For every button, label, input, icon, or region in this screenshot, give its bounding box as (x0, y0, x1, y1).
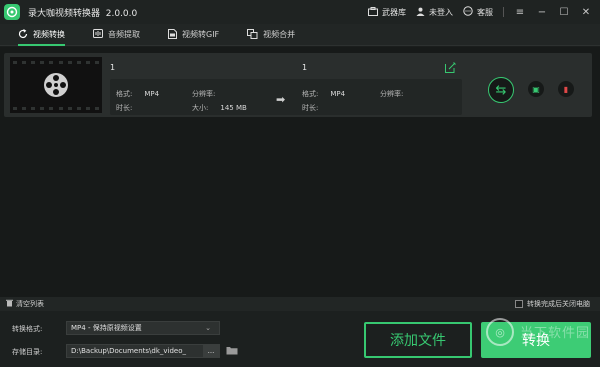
video-thumbnail (10, 57, 102, 113)
tab-audio-extract[interactable]: 音频提取 (79, 24, 154, 46)
tab-video-to-gif[interactable]: 视频转GIF (154, 24, 233, 46)
login-label: 未登入 (429, 7, 453, 17)
format-select-value: MP4 - 保持原视频设置 (71, 324, 142, 332)
toolbox-icon (368, 6, 378, 18)
toolbox-button[interactable]: 武器库 (368, 6, 406, 18)
chat-icon (463, 6, 473, 18)
minimize-icon: − (537, 6, 547, 18)
shutdown-checkbox[interactable] (515, 300, 523, 308)
source-resolution: 分辨率: (192, 90, 216, 98)
source-file-name: 1 (110, 63, 116, 72)
close-icon: ✕ (581, 6, 591, 18)
close-button[interactable]: ✕ (580, 6, 592, 18)
tab-label: 视频转换 (33, 30, 65, 39)
support-button[interactable]: 客服 (463, 6, 493, 18)
clear-list-label: 清空列表 (16, 300, 44, 308)
app-logo (4, 4, 20, 20)
menu-button[interactable]: ≡ (514, 6, 526, 18)
watermark-logo: ◎ (486, 318, 514, 346)
add-file-button[interactable]: 添加文件 (364, 322, 472, 358)
gif-file-icon (168, 28, 177, 41)
divider (503, 7, 504, 17)
folder-icon: ▣ (532, 84, 540, 94)
login-button[interactable]: 未登入 (416, 7, 453, 18)
audio-icon (93, 29, 103, 40)
tab-video-merge[interactable]: 视频合并 (233, 24, 309, 46)
minimize-button[interactable]: − (536, 6, 548, 18)
source-format: 格式: MP4 (116, 90, 160, 98)
source-size: 大小: 145 MB (192, 104, 247, 112)
film-strip-bottom (10, 105, 102, 111)
file-list: 1 格式: MP4 时长: 分辨率: 大小: 145 MB ➡ 1 格式: MP4 时… (0, 47, 600, 297)
source-duration: 时长: (116, 104, 133, 112)
toolbox-label: 武器库 (382, 7, 406, 17)
directory-field[interactable]: D:\Backup\Documents\dk_video_ ... (66, 344, 220, 358)
support-label: 客服 (477, 7, 493, 17)
chevron-down-icon: ⌄ (205, 324, 211, 332)
trash-icon (6, 299, 13, 309)
convert-cycle-icon (18, 28, 28, 41)
film-strip-top (10, 59, 102, 65)
arrow-right-icon: ➡ (276, 93, 286, 106)
directory-value: D:\Backup\Documents\dk_video_ (71, 347, 187, 355)
list-item[interactable]: 1 格式: MP4 时长: 分辨率: 大小: 145 MB ➡ 1 格式: MP4 时… (4, 53, 592, 117)
list-actions-bar: 清空列表 转换完成后关闭电脑 (0, 297, 600, 311)
delete-item-button[interactable]: ▮ (558, 81, 574, 97)
edit-icon[interactable] (444, 61, 456, 73)
app-title: 录大咖视频转换器 2.0.0.0 (28, 8, 138, 19)
shutdown-option[interactable]: 转换完成后关闭电脑 (515, 297, 590, 311)
film-reel-icon (44, 73, 68, 97)
tab-label: 视频转GIF (182, 30, 220, 39)
hamburger-icon: ≡ (515, 6, 525, 18)
browse-button[interactable]: ... (203, 345, 219, 357)
output-folder-button[interactable]: ▣ (528, 81, 544, 97)
convert-arrows-icon: ⇆ (495, 82, 507, 98)
trash-icon: ▮ (563, 84, 569, 94)
tab-label: 音频提取 (108, 30, 140, 39)
directory-label: 存储目录: (12, 348, 43, 356)
maximize-button[interactable]: ☐ (558, 6, 570, 18)
format-label: 转换格式: (12, 325, 43, 333)
output-file-name: 1 (302, 63, 308, 72)
app-version: 2.0.0.0 (105, 8, 138, 19)
open-folder-icon[interactable] (226, 345, 238, 355)
tab-label: 视频合并 (263, 30, 296, 39)
merge-icon (247, 28, 258, 41)
output-format: 格式: MP4 (302, 90, 346, 98)
tab-video-convert[interactable]: 视频转换 (4, 24, 79, 46)
output-resolution: 分辨率: (380, 90, 404, 98)
maximize-icon: ☐ (559, 6, 569, 18)
watermark-text: 当下软件园 (520, 326, 591, 341)
tab-bar: 视频转换 音频提取 视频转GIF 视频合并 (0, 24, 600, 46)
convert-item-button[interactable]: ⇆ (488, 77, 514, 103)
title-bar: 录大咖视频转换器 2.0.0.0 武器库 未登入 客服 ≡ − ☐ ✕ (0, 0, 600, 24)
output-duration: 时长: (302, 104, 319, 112)
clear-list-button[interactable]: 清空列表 (6, 299, 44, 309)
shutdown-label: 转换完成后关闭电脑 (527, 300, 590, 308)
format-select[interactable]: MP4 - 保持原视频设置 ⌄ (66, 321, 220, 335)
user-icon (416, 7, 425, 18)
